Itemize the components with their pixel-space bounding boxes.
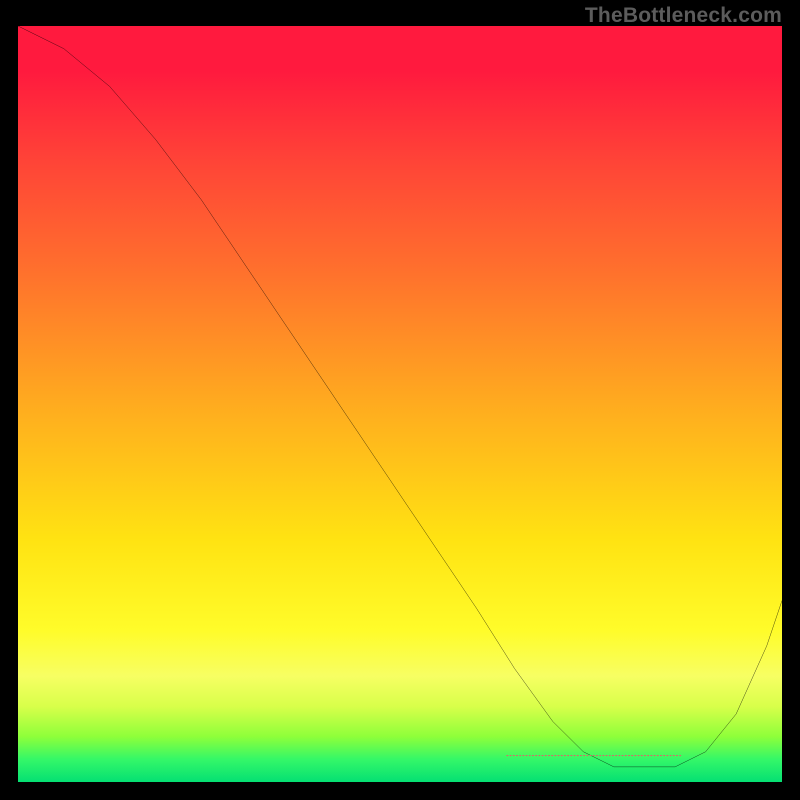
watermark-text: TheBottleneck.com	[585, 4, 782, 28]
chart-svg	[18, 26, 782, 782]
plot-area	[18, 26, 782, 782]
chart-stage: TheBottleneck.com	[0, 0, 800, 800]
main-curve-path	[18, 26, 782, 767]
